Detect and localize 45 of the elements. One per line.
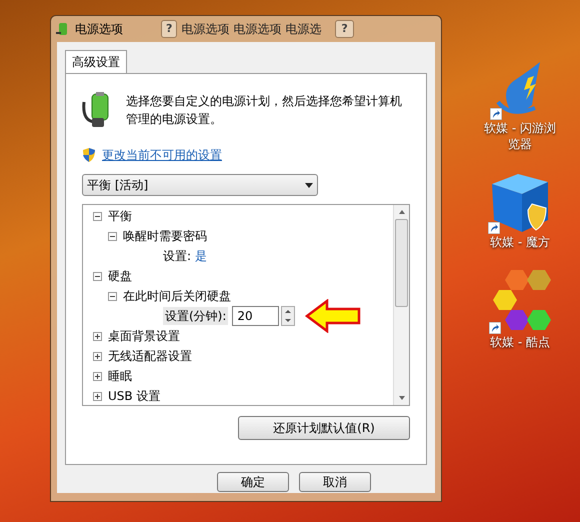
- change-settings-link[interactable]: 更改当前不可用的设置: [102, 146, 222, 164]
- tree-item[interactable]: 桌面背景设置: [108, 327, 180, 345]
- expand-icon[interactable]: [93, 352, 102, 360]
- restore-defaults-button[interactable]: 还原计划默认值(R): [238, 416, 410, 440]
- desktop-icon-label[interactable]: 软媒 - 魔方: [480, 234, 560, 250]
- dialog-button[interactable]: 确定: [217, 472, 289, 492]
- shield-icon: [82, 147, 96, 163]
- dialog-button[interactable]: 取消: [299, 472, 371, 492]
- setting-value-link[interactable]: 是: [195, 247, 208, 265]
- spin-buttons[interactable]: [281, 306, 296, 326]
- setting-label: 设置:: [163, 248, 192, 265]
- help-button[interactable]: ?: [161, 20, 178, 38]
- plan-dropdown[interactable]: 平衡 [活动]: [82, 174, 318, 196]
- minutes-input[interactable]: 20: [232, 306, 280, 326]
- shortcut-arrow-icon: [489, 322, 501, 334]
- ghost-title: 电源选: [285, 21, 322, 38]
- tree-item[interactable]: 在此时间后关闭硬盘: [123, 287, 231, 305]
- collapse-icon[interactable]: [108, 232, 117, 240]
- shortcut-arrow-icon: [490, 108, 502, 120]
- expand-icon[interactable]: [93, 392, 102, 400]
- expand-icon[interactable]: [93, 372, 102, 380]
- scroll-thumb[interactable]: [395, 219, 408, 307]
- collapse-icon[interactable]: [93, 212, 102, 220]
- tree-item[interactable]: 睡眠: [108, 367, 132, 385]
- collapse-icon[interactable]: [93, 272, 102, 280]
- tree-item[interactable]: 硬盘: [108, 267, 132, 285]
- scrollbar[interactable]: [393, 205, 409, 405]
- desktop-icon-label[interactable]: 软媒 - 闪游浏览器: [480, 120, 560, 152]
- window-title: 电源选项: [75, 21, 123, 38]
- expand-icon[interactable]: [93, 332, 102, 340]
- tree-item[interactable]: 唤醒时需要密码: [123, 227, 207, 245]
- desktop-icon-label[interactable]: 软媒 - 酷点: [480, 334, 560, 350]
- intro-text: 选择您要自定义的电源计划，然后选择您希望计算机管理的电源设置。: [126, 93, 403, 128]
- dropdown-arrow-icon: [305, 182, 313, 188]
- arrow-drawing: [305, 299, 362, 333]
- ghost-title: 电源选项: [233, 21, 282, 38]
- collapse-icon[interactable]: [108, 292, 117, 300]
- shortcut-arrow-icon: [488, 222, 500, 234]
- tree-item[interactable]: USB 设置: [108, 387, 160, 405]
- help-button[interactable]: ?: [335, 20, 354, 38]
- tree-item[interactable]: 无线适配器设置: [108, 347, 192, 365]
- setting-label: 设置(分钟):: [163, 307, 228, 325]
- ghost-title: 电源选项: [181, 21, 230, 38]
- tree-item[interactable]: 平衡: [108, 207, 132, 225]
- tab[interactable]: 高级设置: [65, 50, 127, 73]
